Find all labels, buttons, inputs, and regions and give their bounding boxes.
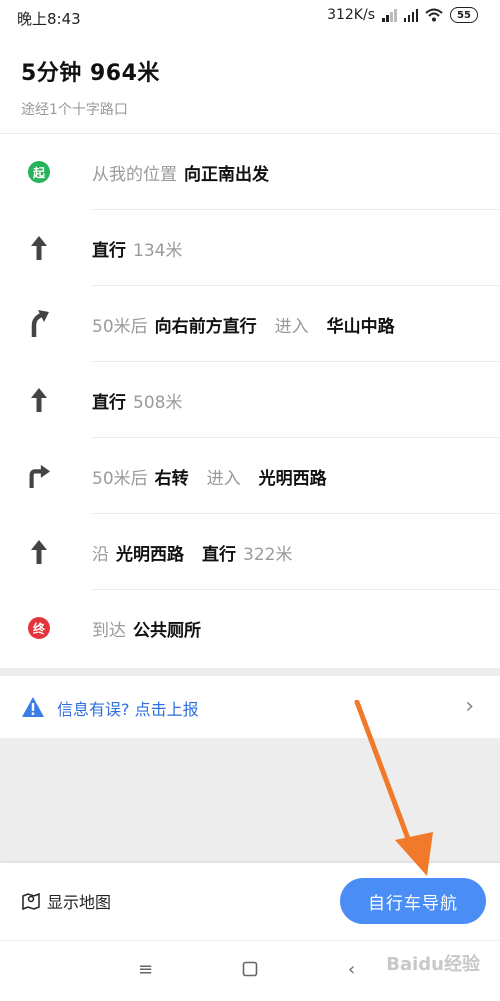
arrow-up-icon — [27, 236, 51, 260]
step-muted: 50米后 — [92, 468, 148, 489]
warning-icon — [22, 697, 44, 717]
status-time: 晚上8:43 — [17, 10, 81, 28]
status-right: 312K/s 55 — [327, 7, 478, 23]
step-bold: 直行 — [202, 544, 236, 565]
step-bold: 公共厕所 — [133, 620, 201, 641]
status-bar: 晚上8:43 312K/s 55 — [0, 0, 500, 34]
step-muted: 到达 — [92, 620, 126, 641]
step-bold: 直行 — [92, 240, 126, 261]
menu-icon[interactable]: ≡ — [138, 959, 153, 980]
step-muted: 134米 — [133, 240, 183, 261]
end-badge: 终 — [27, 616, 51, 640]
arrow-up-icon — [27, 540, 51, 564]
step-muted: 进入 — [274, 316, 309, 337]
start-badge: 起 — [27, 160, 51, 184]
step-muted: 508米 — [133, 392, 183, 413]
route-title: 5分钟 964米 — [21, 61, 160, 86]
report-label: 信息有误? 点击上报 — [57, 700, 199, 719]
step-bold: 华山中路 — [326, 316, 395, 337]
step-muted: 从我的位置 — [92, 164, 177, 185]
home-icon[interactable] — [242, 961, 258, 982]
step-bold: 右转 — [154, 468, 189, 489]
show-map-button[interactable]: 显示地图 — [21, 889, 111, 913]
step-text: 直行 508米 — [92, 362, 182, 438]
section-divider — [0, 668, 500, 676]
route-subtitle: 途经1个十字路口 — [21, 102, 128, 118]
signal-1-icon — [382, 8, 397, 22]
step-text: 到达 公共厕所 — [92, 590, 201, 666]
step-muted: 50米后 — [92, 316, 148, 337]
step-text: 50米后 向右前方直行 进入 华山中路 — [92, 286, 395, 362]
step-slight-right[interactable]: 50米后 向右前方直行 进入 华山中路 — [0, 286, 500, 362]
step-bold: 直行 — [92, 392, 126, 413]
chevron-right-icon: › — [465, 694, 474, 719]
signal-2-icon — [403, 8, 418, 22]
watermark: Baidu经验 — [386, 954, 480, 975]
network-speed: 312K/s — [327, 7, 375, 23]
step-bold: 向右前方直行 — [154, 316, 257, 337]
step-straight[interactable]: 直行 134米 — [0, 210, 500, 286]
step-bold: 向正南出发 — [184, 164, 269, 185]
bike-navigation-button[interactable]: 自行车导航 — [340, 878, 486, 924]
step-right-turn[interactable]: 50米后 右转 进入 光明西路 — [0, 438, 500, 514]
step-start[interactable]: 起 从我的位置 向正南出发 — [0, 134, 500, 210]
step-muted: 沿 — [92, 544, 109, 565]
wifi-icon — [425, 8, 443, 22]
step-end[interactable]: 终 到达 公共厕所 — [0, 590, 500, 666]
step-straight[interactable]: 沿光明西路 直行 322米 — [0, 514, 500, 590]
route-steps: 起 从我的位置 向正南出发 直行 134米 50米后 向右前方直行 进入 华山中路 直行 5… — [0, 134, 500, 666]
annotation-arrow — [354, 700, 433, 876]
step-text: 沿光明西路 直行 322米 — [92, 514, 292, 590]
arrow-up-icon — [27, 388, 51, 412]
map-icon — [22, 892, 40, 911]
step-straight[interactable]: 直行 508米 — [0, 362, 500, 438]
step-bold: 光明西路 — [116, 544, 184, 565]
route-summary: 5分钟 964米 途经1个十字路口 — [21, 55, 160, 119]
step-muted: 进入 — [206, 468, 241, 489]
show-map-label: 显示地图 — [47, 893, 112, 912]
step-muted: 322米 — [243, 544, 293, 565]
step-text: 直行 134米 — [92, 210, 182, 286]
turn-right-icon — [27, 464, 51, 488]
step-text: 从我的位置 向正南出发 — [92, 134, 269, 210]
turn-slight-right-icon — [27, 310, 51, 337]
battery-icon: 55 — [450, 7, 478, 23]
back-icon[interactable]: ‹ — [348, 959, 355, 980]
step-text: 50米后 右转 进入 光明西路 — [92, 438, 327, 514]
step-bold: 光明西路 — [258, 468, 327, 489]
